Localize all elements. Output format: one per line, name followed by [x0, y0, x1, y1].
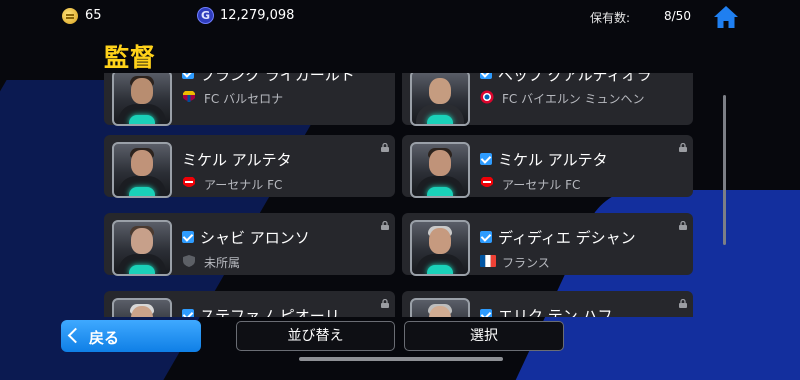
manager-portrait — [410, 142, 470, 198]
lock-icon — [679, 143, 687, 152]
checkbox-checked-icon[interactable] — [480, 73, 492, 79]
page-title: 監督 — [104, 43, 157, 72]
coin-icon — [62, 8, 78, 24]
manager-name: ディディエ デシャン — [498, 229, 636, 247]
manager-club: FC バルセロナ — [204, 92, 284, 106]
manager-card[interactable]: フランク ライカールト FC バルセロナ — [104, 73, 395, 126]
gp-icon: G — [197, 7, 214, 24]
home-icon[interactable] — [713, 4, 739, 30]
manager-club: アーセナル FC — [204, 178, 283, 192]
manager-card[interactable]: ステファノ ピオーリ — [104, 291, 395, 317]
bayern-crest-icon — [480, 90, 494, 104]
manager-portrait — [112, 298, 172, 317]
barcelona-crest-icon — [183, 91, 195, 102]
manager-name: ペップ グアルディオラ — [498, 73, 652, 84]
manager-card[interactable]: シャビ アロンソ 未所属 — [104, 213, 395, 276]
top-bar: 65 G 12,279,098 保有数: 8/50 — [0, 0, 800, 34]
owned-label: 保有数: — [590, 11, 631, 25]
lock-icon — [679, 299, 687, 308]
sort-button[interactable]: 並び替え — [236, 321, 395, 351]
lock-icon — [381, 221, 389, 230]
home-indicator — [299, 357, 503, 361]
france-flag-icon — [480, 255, 496, 267]
manager-name: ミケル アルテタ — [498, 151, 608, 169]
manager-portrait — [410, 220, 470, 276]
manager-portrait — [410, 73, 470, 126]
checkbox-checked-icon[interactable] — [480, 309, 492, 317]
scrollbar[interactable] — [723, 95, 726, 245]
manager-card[interactable]: エリク テン ハフ — [402, 291, 693, 317]
manager-name: シャビ アロンソ — [200, 229, 310, 247]
chevron-left-icon — [67, 327, 84, 344]
manager-portrait — [112, 73, 172, 126]
select-button[interactable]: 選択 — [404, 321, 564, 351]
manager-club: アーセナル FC — [502, 178, 581, 192]
coin-count: 65 — [85, 8, 102, 23]
owned-count: 8/50 — [664, 9, 691, 23]
manager-club: 未所属 — [204, 256, 241, 270]
manager-card[interactable]: ペップ グアルディオラ FC バイエルン ミュンヘン — [402, 73, 693, 126]
arsenal-crest-icon — [481, 177, 493, 187]
back-button[interactable]: 戻る — [61, 320, 201, 352]
lock-icon — [381, 299, 389, 308]
manager-card[interactable]: ミケル アルテタ アーセナル FC — [402, 135, 693, 198]
checkbox-checked-icon[interactable] — [480, 231, 492, 243]
manager-portrait — [112, 220, 172, 276]
manager-name: エリク テン ハフ — [498, 307, 613, 317]
manager-name: ステファノ ピオーリ — [200, 307, 340, 317]
lock-icon — [679, 221, 687, 230]
gp-count: 12,279,098 — [220, 8, 295, 23]
checkbox-checked-icon[interactable] — [182, 73, 194, 79]
back-label: 戻る — [89, 329, 120, 347]
manager-club: フランス — [502, 256, 550, 270]
manager-list[interactable]: フランク ライカールト FC バルセロナ ペップ グアルディオラ FC バイエル… — [104, 73, 696, 317]
manager-portrait — [112, 142, 172, 198]
lock-icon — [381, 143, 389, 152]
manager-card[interactable]: ミケル アルテタ アーセナル FC — [104, 135, 395, 198]
arsenal-crest-icon — [183, 177, 195, 187]
checkbox-checked-icon[interactable] — [182, 231, 194, 243]
manager-club: FC バイエルン ミュンヘン — [502, 92, 645, 106]
checkbox-checked-icon[interactable] — [182, 309, 194, 317]
manager-name: フランク ライカールト — [200, 73, 355, 84]
manager-name: ミケル アルテタ — [182, 151, 292, 169]
manager-card[interactable]: ディディエ デシャン フランス — [402, 213, 693, 276]
unaffiliated-shield-icon — [183, 255, 195, 267]
manager-portrait — [410, 298, 470, 317]
checkbox-checked-icon[interactable] — [480, 153, 492, 165]
